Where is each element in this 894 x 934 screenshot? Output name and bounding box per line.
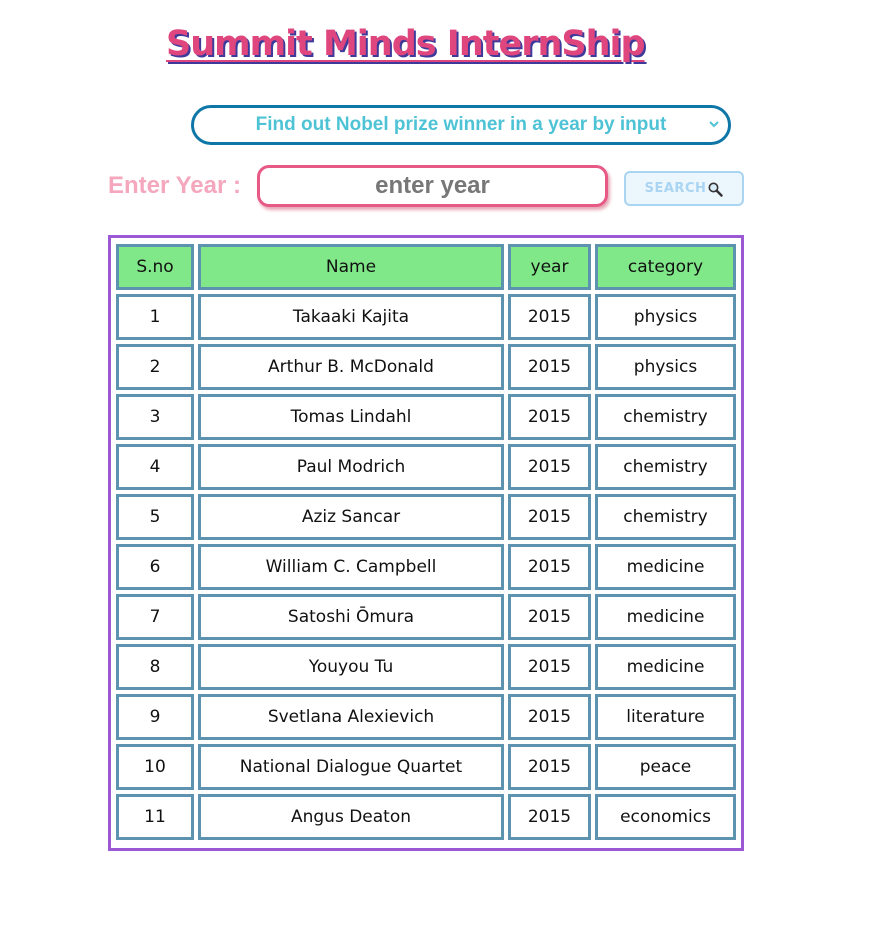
cell-category: physics (595, 344, 736, 390)
cell-year: 2015 (508, 294, 591, 340)
cell-year: 2015 (508, 544, 591, 590)
search-button-label: SEARCH (644, 181, 707, 196)
cell-category: medicine (595, 594, 736, 640)
cell-year: 2015 (508, 394, 591, 440)
cell-sno: 6 (116, 544, 194, 590)
cell-name: Satoshi Ōmura (198, 594, 504, 640)
cell-category: literature (595, 694, 736, 740)
cell-year: 2015 (508, 594, 591, 640)
cell-year: 2015 (508, 344, 591, 390)
cell-sno: 3 (116, 394, 194, 440)
page-title: Summit Minds InternShip (166, 24, 646, 64)
column-header-category: category (595, 244, 736, 290)
cell-year: 2015 (508, 644, 591, 690)
table-row: 9 Svetlana Alexievich 2015 literature (116, 694, 736, 740)
cell-name: Youyou Tu (198, 644, 504, 690)
cell-name: William C. Campbell (198, 544, 504, 590)
year-label: Enter Year : (108, 172, 241, 199)
column-header-name: Name (198, 244, 504, 290)
cell-name: National Dialogue Quartet (198, 744, 504, 790)
chevron-down-icon (709, 121, 719, 128)
cell-category: chemistry (595, 494, 736, 540)
cell-sno: 10 (116, 744, 194, 790)
table-row: 2 Arthur B. McDonald 2015 physics (116, 344, 736, 390)
column-header-sno: S.no (116, 244, 194, 290)
cell-name: Angus Deaton (198, 794, 504, 840)
cell-year: 2015 (508, 494, 591, 540)
table-row: 5 Aziz Sancar 2015 chemistry (116, 494, 736, 540)
table-row: 3 Tomas Lindahl 2015 chemistry (116, 394, 736, 440)
cell-sno: 2 (116, 344, 194, 390)
cell-sno: 7 (116, 594, 194, 640)
cell-name: Aziz Sancar (198, 494, 504, 540)
cell-sno: 9 (116, 694, 194, 740)
table-row: 6 William C. Campbell 2015 medicine (116, 544, 736, 590)
cell-category: economics (595, 794, 736, 840)
cell-name: Svetlana Alexievich (198, 694, 504, 740)
results-table: S.no Name year category 1 Takaaki Kajita 2… (112, 240, 740, 844)
cell-sno: 4 (116, 444, 194, 490)
cell-category: chemistry (595, 394, 736, 440)
table-header-row: S.no Name year category (116, 244, 736, 290)
cell-sno: 11 (116, 794, 194, 840)
table-row: 10 National Dialogue Quartet 2015 peace (116, 744, 736, 790)
cell-sno: 5 (116, 494, 194, 540)
results-table-container: S.no Name year category 1 Takaaki Kajita 2… (108, 235, 744, 851)
cell-year: 2015 (508, 444, 591, 490)
cell-sno: 1 (116, 294, 194, 340)
table-row: 8 Youyou Tu 2015 medicine (116, 644, 736, 690)
cell-category: peace (595, 744, 736, 790)
cell-category: physics (595, 294, 736, 340)
table-row: 11 Angus Deaton 2015 economics (116, 794, 736, 840)
cell-category: chemistry (595, 444, 736, 490)
cell-year: 2015 (508, 794, 591, 840)
magnifier-icon (708, 182, 724, 197)
cell-category: medicine (595, 644, 736, 690)
cell-year: 2015 (508, 694, 591, 740)
table-body: 1 Takaaki Kajita 2015 physics 2 Arthur B. McD… (116, 294, 736, 840)
table-row: 4 Paul Modrich 2015 chemistry (116, 444, 736, 490)
nobel-filter-selected-option: Find out Nobel prize winner in a year by… (255, 114, 667, 135)
column-header-year: year (508, 244, 591, 290)
cell-sno: 8 (116, 644, 194, 690)
cell-year: 2015 (508, 744, 591, 790)
cell-name: Paul Modrich (198, 444, 504, 490)
nobel-filter-select[interactable]: Find out Nobel prize winner in a year by… (191, 105, 731, 145)
cell-name: Tomas Lindahl (198, 394, 504, 440)
table-row: 7 Satoshi Ōmura 2015 medicine (116, 594, 736, 640)
cell-category: medicine (595, 544, 736, 590)
search-button[interactable]: SEARCH (624, 171, 744, 206)
year-input[interactable] (257, 165, 608, 207)
table-row: 1 Takaaki Kajita 2015 physics (116, 294, 736, 340)
cell-name: Takaaki Kajita (198, 294, 504, 340)
cell-name: Arthur B. McDonald (198, 344, 504, 390)
